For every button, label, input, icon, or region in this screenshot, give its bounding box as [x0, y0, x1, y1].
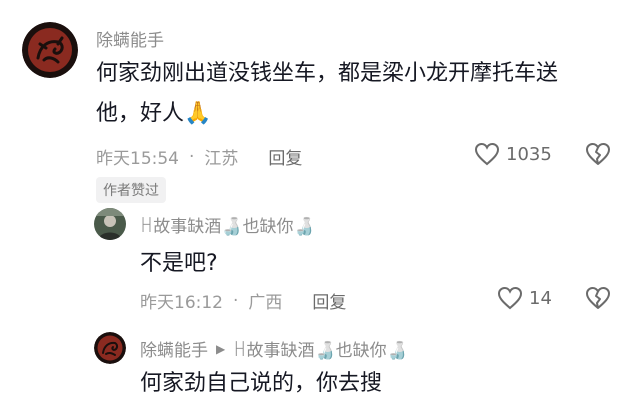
avatar[interactable]	[94, 208, 126, 240]
dislike-button[interactable]	[585, 286, 611, 310]
reply-target-user[interactable]: ꀿ故事缺酒🍶也缺你🍶	[233, 336, 408, 361]
heart-icon	[497, 286, 523, 310]
comment-time: 昨天15:54	[96, 149, 179, 169]
reply-location: 广西	[248, 293, 283, 313]
avatar[interactable]	[94, 332, 126, 364]
comment-author[interactable]: 除螨能手	[96, 26, 164, 51]
reply-button[interactable]: 回复	[312, 288, 346, 313]
praying-hands-emoji: 🙏	[184, 101, 212, 126]
comment-meta: 昨天15:54 · 江苏 回复	[96, 144, 302, 170]
like-button[interactable]: 1035	[474, 142, 552, 166]
reply-author[interactable]: 除螨能手	[140, 336, 208, 361]
meta-separator: ·	[189, 146, 195, 167]
comment-text: 何家劲刚出道没钱坐车，都是梁小龙开摩托车送他，好人🙏	[96, 54, 601, 134]
heart-icon	[474, 142, 500, 166]
like-count: 14	[529, 287, 552, 309]
author-liked-badge: 作者赞过	[96, 177, 166, 203]
like-button[interactable]: 14	[497, 286, 552, 310]
reply-button[interactable]: 回复	[268, 144, 302, 169]
comment-location: 江苏	[204, 149, 239, 169]
broken-heart-icon	[586, 287, 610, 309]
meta-separator: ·	[233, 290, 239, 311]
reply-text: 何家劲自己说的，你去搜	[140, 371, 383, 396]
reply-header: 除螨能手 ▶ ꀿ故事缺酒🍶也缺你🍶	[140, 336, 408, 361]
like-count: 1035	[506, 143, 552, 165]
dislike-button[interactable]	[585, 142, 611, 166]
avatar[interactable]	[22, 22, 78, 78]
reply-time: 昨天16:12	[140, 293, 223, 313]
reply-author[interactable]: ꀿ故事缺酒🍶也缺你🍶	[140, 212, 315, 237]
comment-text-content: 何家劲刚出道没钱坐车，都是梁小龙开摩托车送他，好人	[96, 61, 559, 126]
reply-meta: 昨天16:12 · 广西 回复	[140, 288, 346, 314]
reply-arrow-icon: ▶	[216, 341, 226, 356]
broken-heart-icon	[586, 143, 610, 165]
reply-text: 不是吧?	[140, 251, 218, 276]
